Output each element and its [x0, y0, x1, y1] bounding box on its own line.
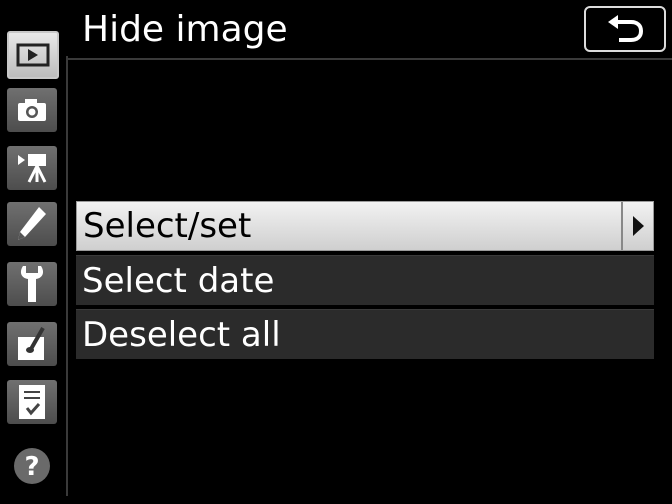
svg-text:?: ?	[24, 452, 39, 482]
tab-setup[interactable]	[7, 262, 57, 306]
tab-help[interactable]: ?	[7, 444, 57, 488]
page-title: Hide image	[82, 9, 288, 50]
my-menu-icon	[19, 385, 45, 419]
movie-camera-icon	[18, 154, 47, 183]
menu-item-label: Select/set	[83, 206, 252, 246]
tab-custom-settings[interactable]	[7, 202, 57, 246]
tab-movie-shooting[interactable]	[7, 146, 57, 190]
header-divider	[68, 58, 672, 60]
pencil-icon	[18, 207, 46, 240]
menu-item-deselect-all[interactable]: Deselect all	[76, 309, 654, 359]
menu-item-select-date[interactable]: Select date	[76, 255, 654, 305]
menu-item-label: Select date	[82, 260, 275, 301]
retouch-brush-icon	[18, 327, 45, 360]
right-arrow-icon	[633, 216, 644, 236]
sidebar-menu-tabs: ?	[0, 0, 66, 504]
menu-item-select-set[interactable]: Select/set	[76, 201, 654, 251]
tab-my-menu[interactable]	[7, 380, 57, 424]
back-arrow-icon	[608, 15, 644, 42]
playback-icon	[16, 43, 50, 67]
tab-playback[interactable]	[7, 31, 59, 79]
wrench-icon	[20, 266, 44, 302]
menu-item-label: Deselect all	[82, 314, 281, 355]
sidebar-divider	[66, 56, 68, 496]
submenu-arrow	[621, 202, 653, 250]
tab-retouch[interactable]	[7, 322, 57, 366]
tab-photo-shooting[interactable]	[7, 88, 57, 132]
camera-icon	[18, 99, 46, 121]
back-button[interactable]	[584, 6, 666, 52]
help-icon: ?	[14, 448, 50, 484]
